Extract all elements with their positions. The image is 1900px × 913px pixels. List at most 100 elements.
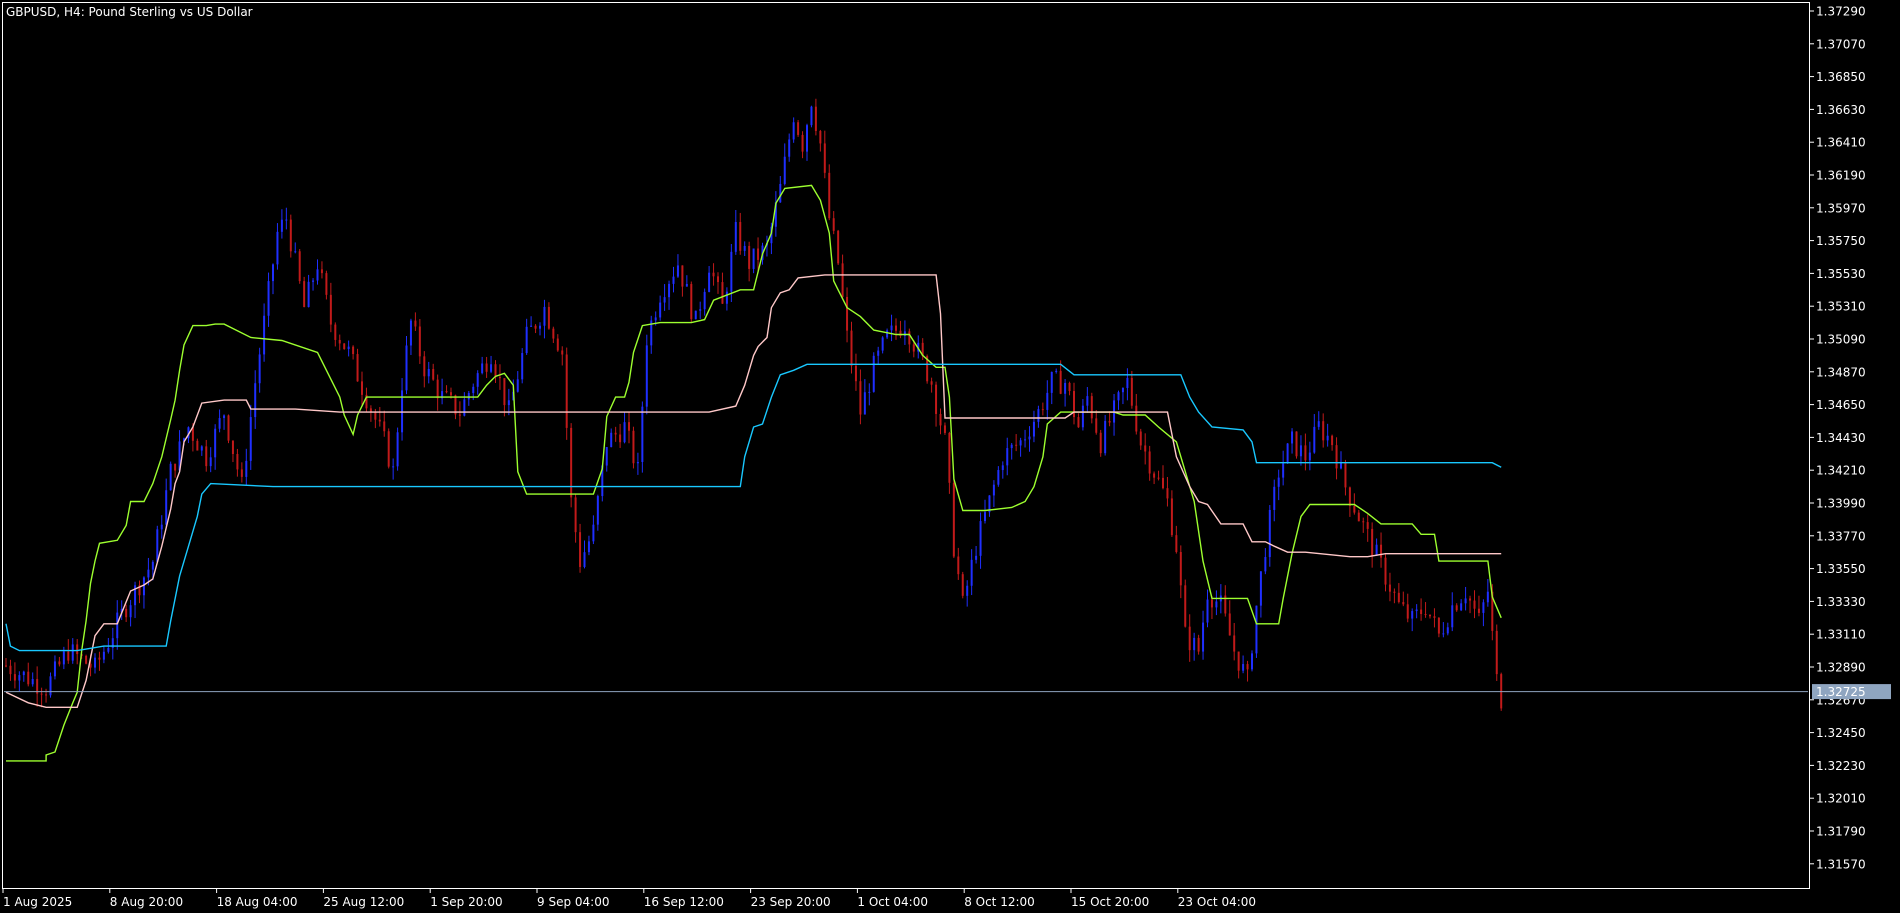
candle-body: [40, 693, 43, 695]
y-tick-label: 1.35970: [1816, 201, 1866, 215]
price-chart[interactable]: GBPUSD, H4: Pound Sterling vs US Dollar …: [0, 0, 1900, 913]
y-tick-label: 1.31570: [1816, 857, 1866, 871]
y-tick-label: 1.34870: [1816, 365, 1866, 379]
candle-body: [5, 665, 7, 667]
candle-body: [1242, 664, 1245, 671]
candle-body: [414, 320, 417, 327]
candle-body: [1157, 477, 1160, 479]
candle-body: [1437, 617, 1440, 634]
candle-body: [1375, 544, 1378, 556]
x-tick-label: 8 Aug 20:00: [110, 895, 183, 909]
candle-body: [757, 248, 760, 260]
candle-body: [160, 524, 163, 530]
candle-body: [236, 454, 239, 470]
candle-body: [249, 417, 252, 461]
candle-body: [1193, 637, 1196, 651]
candle-body: [636, 462, 639, 464]
candle-body: [267, 281, 270, 316]
candle-body: [383, 421, 386, 432]
candle-body: [1473, 600, 1476, 609]
candle: [169, 461, 172, 491]
candle-body: [312, 280, 315, 282]
candle-body: [409, 320, 412, 346]
candle-body: [632, 430, 635, 464]
candle-body: [943, 425, 946, 433]
candle-body: [1344, 461, 1347, 488]
y-tick-label: 1.32450: [1816, 726, 1866, 740]
candle: [1104, 415, 1107, 456]
candle: [690, 281, 693, 324]
candle-body: [374, 412, 377, 420]
candle: [85, 654, 88, 665]
candle-body: [837, 230, 840, 264]
candle-body: [619, 434, 622, 443]
candle-body: [1313, 426, 1316, 453]
candle-body: [1202, 622, 1205, 652]
candle-body: [712, 272, 715, 277]
candle-body: [450, 392, 452, 396]
candle-body: [881, 337, 884, 351]
candle-body: [1001, 465, 1004, 471]
candle-body: [1415, 609, 1418, 612]
candle-body: [53, 661, 56, 677]
candle-body: [1397, 592, 1400, 603]
candle: [396, 427, 399, 471]
candle-body: [801, 134, 804, 152]
candle-body: [1317, 421, 1320, 427]
candle-body: [641, 406, 644, 463]
y-tick-label: 1.35750: [1816, 234, 1866, 248]
candle-body: [298, 251, 301, 282]
candle-body: [62, 651, 65, 665]
candle-body: [725, 291, 728, 304]
candle-body: [1170, 498, 1173, 536]
x-tick-label: 1 Oct 04:00: [857, 895, 928, 909]
y-tick-label: 1.35310: [1816, 300, 1866, 314]
candle-body: [245, 460, 248, 477]
candle-body: [743, 245, 746, 251]
candle: [565, 347, 568, 440]
candle-body: [263, 315, 266, 355]
candle-body: [303, 281, 306, 308]
x-tick-label: 18 Aug 04:00: [217, 895, 298, 909]
candle-body: [948, 432, 951, 483]
y-tick-label: 1.33330: [1816, 595, 1866, 609]
candle-body: [49, 676, 52, 696]
y-tick-label: 1.34430: [1816, 431, 1866, 445]
candle-body: [552, 328, 555, 339]
candle-body: [1299, 445, 1302, 457]
candle-body: [1362, 521, 1365, 523]
candle-body: [721, 282, 724, 304]
candle-body: [1264, 557, 1267, 572]
candle-body: [276, 231, 279, 265]
candle-body: [125, 608, 128, 618]
candle-body: [979, 521, 982, 556]
candle-body: [1429, 614, 1431, 617]
y-tick-label: 1.35090: [1816, 333, 1866, 347]
candle-body: [561, 350, 564, 355]
candle-body: [1215, 601, 1218, 608]
candle-body: [823, 143, 826, 173]
y-tick-label: 1.34210: [1816, 464, 1866, 478]
candle-body: [1015, 444, 1018, 446]
candle-body: [196, 440, 199, 451]
candle-body: [227, 415, 230, 441]
x-tick-label: 23 Oct 04:00: [1178, 895, 1256, 909]
candle-body: [596, 496, 599, 525]
candle-body: [1433, 616, 1436, 618]
candle-body: [396, 432, 399, 467]
candle-body: [997, 470, 1000, 485]
candle-body: [1460, 603, 1463, 611]
candle: [694, 310, 697, 320]
candle-body: [285, 219, 288, 221]
candle-body: [970, 559, 973, 586]
candle-body: [1188, 626, 1191, 651]
candle-body: [387, 431, 390, 467]
candle-body: [1019, 440, 1022, 446]
candle-body: [1228, 613, 1231, 636]
candle-body: [1126, 377, 1129, 389]
candle: [521, 348, 524, 384]
candle-body: [1104, 420, 1107, 454]
candle-body: [1482, 602, 1485, 613]
candle-body: [494, 364, 497, 378]
y-tick-label: 1.33550: [1816, 562, 1866, 576]
